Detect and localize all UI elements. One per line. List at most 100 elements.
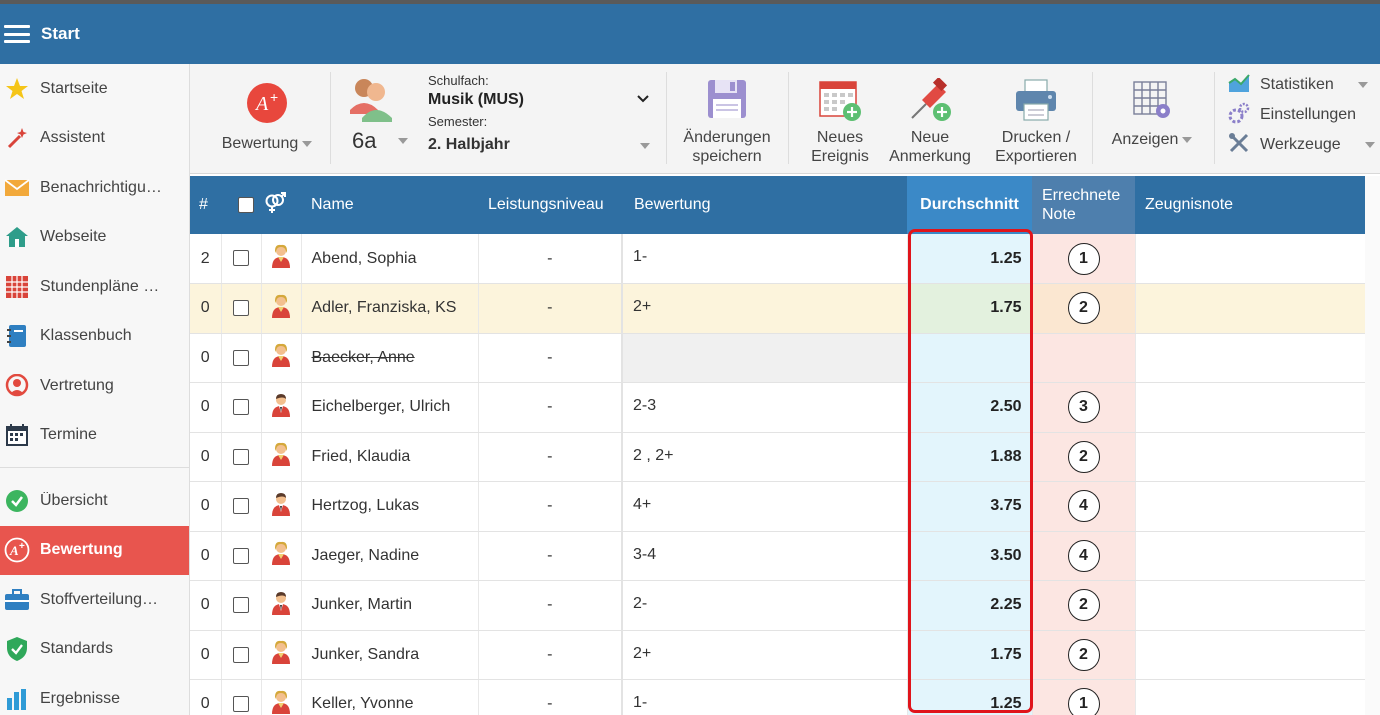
sidebar-item-vertretung[interactable]: Vertretung — [0, 361, 189, 411]
zeugnisnote-cell[interactable] — [1135, 333, 1365, 383]
sidebar-item-startseite[interactable]: Startseite — [0, 64, 189, 114]
zeugnisnote-cell[interactable] — [1135, 531, 1365, 581]
column-header-errechnete-note[interactable]: Errechnete Note — [1032, 176, 1135, 234]
table-row[interactable]: 2 Abend, Sophia -1- 1.25 1 — [190, 234, 1365, 284]
bewertung-cell[interactable]: 1- — [622, 234, 908, 284]
column-header-durchschnitt[interactable]: Durchschnitt — [907, 176, 1032, 234]
bewertung-cell[interactable] — [622, 333, 908, 383]
zeugnisnote-cell[interactable] — [1135, 382, 1365, 433]
row-select-cell[interactable] — [221, 630, 262, 680]
semester-dropdown[interactable]: 2. Halbjahr — [428, 136, 650, 154]
leistungsniveau-cell[interactable]: - — [478, 580, 623, 631]
sidebar-item-webseite[interactable]: Webseite — [0, 213, 189, 263]
student-name-cell[interactable]: Baecker, Anne — [301, 333, 479, 383]
row-select-cell[interactable] — [221, 382, 262, 433]
student-name-cell[interactable]: Hertzog, Lukas — [301, 481, 479, 532]
leistungsniveau-cell[interactable]: - — [478, 333, 623, 383]
settings-menu[interactable]: Einstellungen — [1228, 100, 1378, 130]
leistungsniveau-cell[interactable]: - — [478, 234, 623, 284]
bewertung-cell[interactable]: 3-4 — [622, 531, 908, 581]
table-row[interactable]: 0 Fried, Klaudia -2 , 2+ 1.88 2 — [190, 432, 1365, 482]
schulfach-dropdown[interactable]: Musik (MUS) — [428, 91, 650, 109]
tools-menu[interactable]: Werkzeuge — [1228, 130, 1378, 160]
leistungsniveau-cell[interactable]: - — [478, 679, 623, 715]
row-checkbox[interactable] — [233, 399, 249, 416]
zeugnisnote-cell[interactable] — [1135, 481, 1365, 532]
bewertung-cell[interactable]: 2-3 — [622, 382, 908, 433]
row-checkbox[interactable] — [233, 349, 249, 366]
print-export-button[interactable]: Drucken / Exportieren — [986, 70, 1086, 168]
row-select-cell[interactable] — [221, 679, 262, 715]
table-row[interactable]: 0 Junker, Sandra -2+ 1.75 2 — [190, 630, 1365, 680]
row-select-cell[interactable] — [221, 481, 262, 532]
row-select-cell[interactable] — [221, 432, 262, 482]
student-name-cell[interactable]: Abend, Sophia — [301, 234, 479, 284]
row-select-cell[interactable] — [221, 580, 262, 631]
zeugnisnote-cell[interactable] — [1135, 283, 1365, 334]
row-checkbox[interactable] — [233, 597, 249, 614]
table-row[interactable]: 0 Eichelberger, Ulrich -2-3 2.50 3 — [190, 382, 1365, 433]
sidebar-item-uebersicht[interactable]: Übersicht — [0, 476, 189, 526]
row-checkbox[interactable] — [233, 547, 249, 564]
leistungsniveau-cell[interactable]: - — [478, 432, 623, 482]
column-header-bewertung[interactable]: Bewertung — [622, 176, 907, 234]
new-event-button[interactable]: Neues Ereignis — [800, 70, 880, 168]
bewertung-cell[interactable]: 1- — [622, 679, 908, 715]
column-header-gender[interactable] — [261, 176, 301, 234]
sidebar-item-termine[interactable]: Termine — [0, 411, 189, 461]
column-header-name[interactable]: Name — [301, 176, 478, 234]
table-row[interactable]: 0 Jaeger, Nadine -3-4 3.50 4 — [190, 531, 1365, 581]
leistungsniveau-cell[interactable]: - — [478, 481, 623, 532]
table-row[interactable]: 0 Junker, Martin -2- 2.25 2 — [190, 580, 1365, 631]
row-select-cell[interactable] — [221, 283, 262, 334]
sidebar-item-standards[interactable]: Standards — [0, 625, 189, 675]
student-name-cell[interactable]: Adler, Franziska, KS — [301, 283, 479, 334]
table-row[interactable]: 0 Hertzog, Lukas -4+ 3.75 4 — [190, 481, 1365, 532]
student-name-cell[interactable]: Eichelberger, Ulrich — [301, 382, 479, 433]
row-checkbox[interactable] — [233, 646, 249, 663]
bewertung-menu[interactable]: A + Bewertung — [212, 70, 322, 168]
table-row[interactable]: 0 Adler, Franziska, KS -2+ 1.75 2 — [190, 283, 1365, 334]
row-select-cell[interactable] — [221, 531, 262, 581]
show-menu[interactable]: Anzeigen — [1102, 70, 1202, 168]
header-title[interactable]: Start — [41, 24, 80, 44]
leistungsniveau-cell[interactable]: - — [478, 382, 623, 433]
column-header-select-all[interactable] — [221, 176, 261, 234]
column-header-number[interactable]: # — [190, 176, 221, 234]
new-note-button[interactable]: Neue Anmerkung — [882, 70, 978, 168]
sidebar-item-stoffverteilung[interactable]: Stoffverteilung… — [0, 575, 189, 625]
bewertung-cell[interactable]: 2 , 2+ — [622, 432, 908, 482]
row-checkbox[interactable] — [233, 250, 249, 267]
save-changes-button[interactable]: Änderungen speichern — [676, 70, 778, 168]
sidebar-item-stundenplaene[interactable]: Stundenpläne … — [0, 262, 189, 312]
row-select-cell[interactable] — [221, 234, 262, 284]
bewertung-cell[interactable]: 2+ — [622, 630, 908, 680]
sidebar-item-benachrichtigungen[interactable]: Benachrichtigu… — [0, 163, 189, 213]
sidebar-item-bewertung[interactable]: A + Bewertung — [0, 525, 189, 575]
student-name-cell[interactable]: Junker, Martin — [301, 580, 479, 631]
statistics-menu[interactable]: Statistiken — [1228, 70, 1378, 100]
leistungsniveau-cell[interactable]: - — [478, 283, 623, 334]
row-checkbox[interactable] — [233, 696, 249, 713]
sidebar-item-klassenbuch[interactable]: Klassenbuch — [0, 312, 189, 362]
student-name-cell[interactable]: Jaeger, Nadine — [301, 531, 479, 581]
bewertung-cell[interactable]: 4+ — [622, 481, 908, 532]
hamburger-menu-icon[interactable] — [4, 25, 30, 43]
class-dropdown[interactable]: 6a — [352, 128, 409, 154]
column-header-niveau[interactable]: Leistungsniveau — [478, 176, 622, 234]
bewertung-cell[interactable]: 2+ — [622, 283, 908, 334]
row-checkbox[interactable] — [233, 498, 249, 515]
zeugnisnote-cell[interactable] — [1135, 679, 1365, 715]
bewertung-cell[interactable]: 2- — [622, 580, 908, 631]
select-all-checkbox[interactable] — [238, 196, 254, 213]
leistungsniveau-cell[interactable]: - — [478, 531, 623, 581]
zeugnisnote-cell[interactable] — [1135, 630, 1365, 680]
student-name-cell[interactable]: Junker, Sandra — [301, 630, 479, 680]
row-select-cell[interactable] — [221, 333, 262, 383]
row-checkbox[interactable] — [233, 448, 249, 465]
row-checkbox[interactable] — [233, 300, 249, 317]
zeugnisnote-cell[interactable] — [1135, 234, 1365, 284]
zeugnisnote-cell[interactable] — [1135, 580, 1365, 631]
student-name-cell[interactable]: Keller, Yvonne — [301, 679, 479, 715]
sidebar-item-ergebnisse[interactable]: Ergebnisse — [0, 674, 189, 715]
